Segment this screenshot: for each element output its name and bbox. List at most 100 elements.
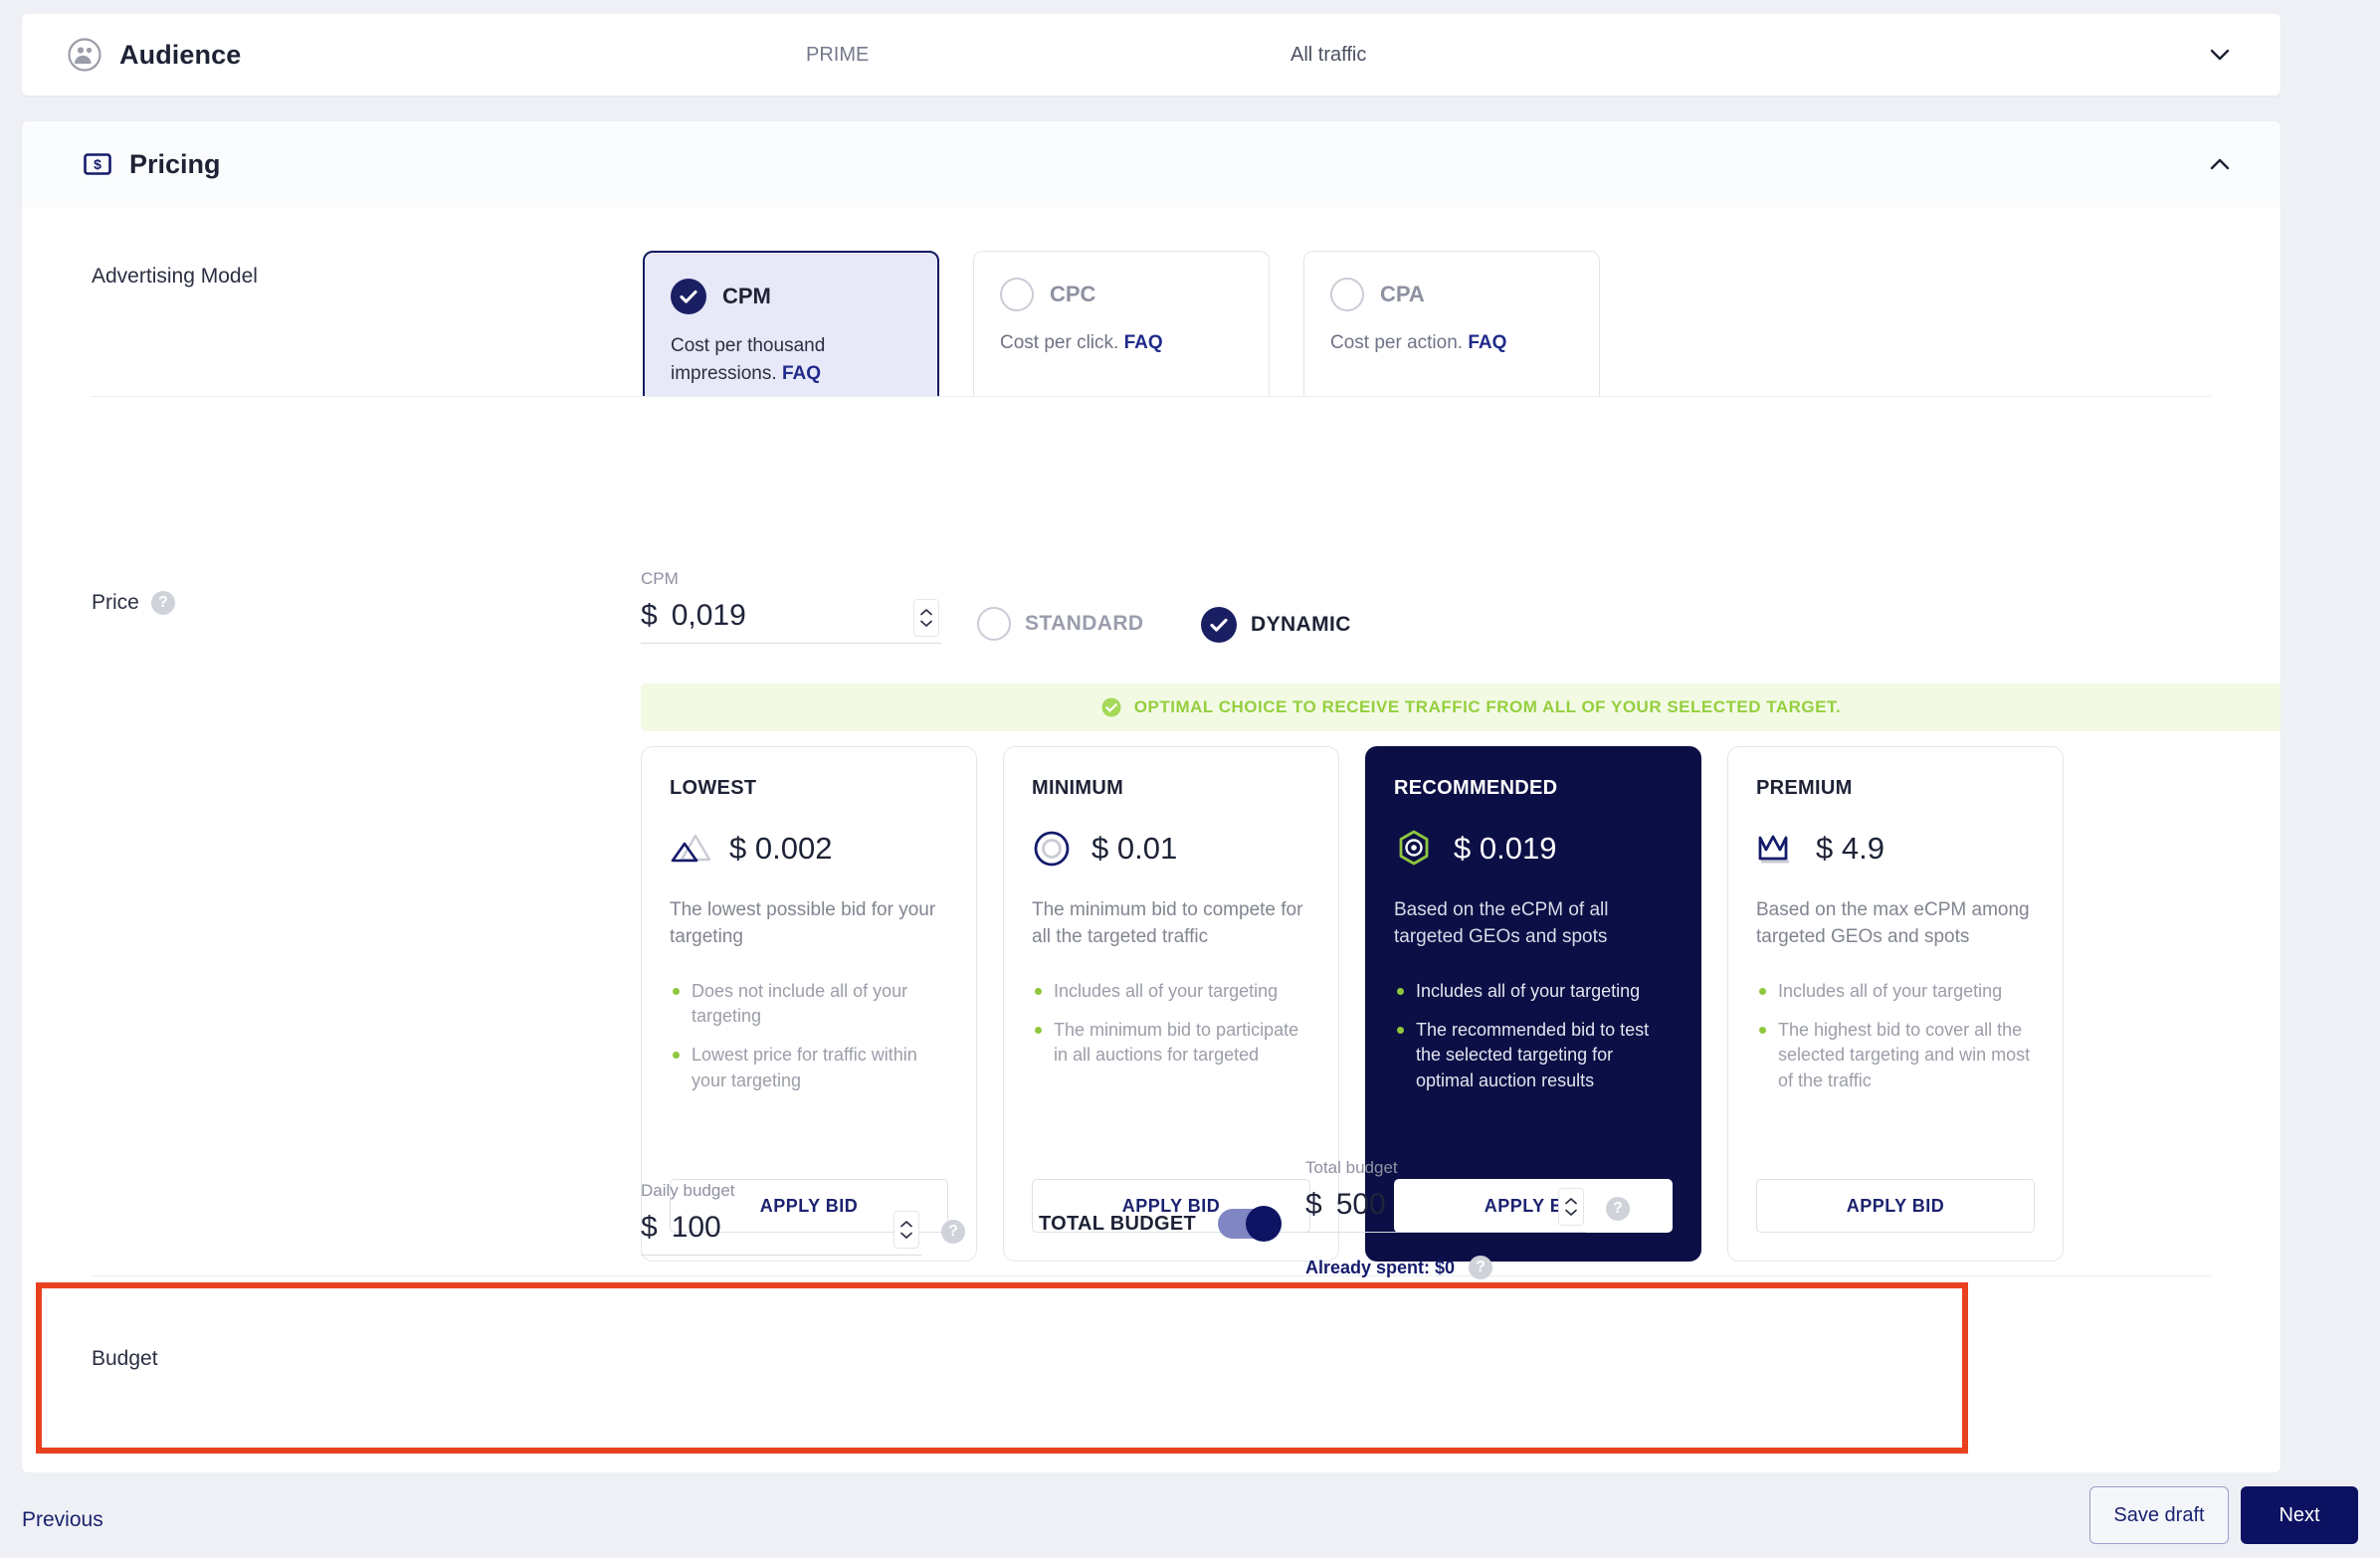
save-draft-button[interactable]: Save draft [2089,1486,2229,1544]
currency-symbol: $ [641,1211,658,1244]
total-budget-group: Total budget $ 500 ? [1305,1158,1630,1233]
model-option-cpa-name: CPA [1380,282,1425,306]
list-item: Includes all of your targeting [1756,979,2035,1004]
help-icon[interactable]: ? [150,591,175,615]
price-label: Price ? [92,591,175,615]
model-option-cpm[interactable]: CPM Cost per thousand impressions. FAQ [643,251,939,405]
daily-budget-stepper[interactable] [893,1211,919,1249]
chevron-down-icon[interactable] [2205,40,2235,70]
price-input[interactable]: $ 0,019 [641,599,941,644]
bid-card-premium-sub: Based on the max eCPM among targeted GEO… [1756,899,2030,947]
audience-prime-label: PRIME [806,43,870,66]
total-budget-toggle-group[interactable]: TOTAL BUDGET [1039,1206,1283,1242]
audience-title: Audience [119,39,242,70]
list-item: Does not include all of your targeting [670,979,948,1029]
concentric-circle-icon [1032,828,1076,870]
help-icon[interactable]: ? [941,1220,965,1244]
bid-card-premium-price: $ 4.9 [1816,831,1884,866]
model-option-cpc-desc: Cost per click. FAQ [1000,329,1245,357]
total-budget-value: 500 [1335,1188,1386,1221]
price-mode-standard-label: STANDARD [1025,612,1144,635]
total-budget-caption: Total budget [1305,1158,1398,1177]
radio-unchecked-icon [1330,278,1364,311]
radio-unchecked-icon [977,607,1011,641]
model-option-cpm-desc: Cost per thousand impressions. FAQ [671,332,913,387]
total-budget-toggle[interactable] [1218,1206,1283,1242]
chevron-up-icon[interactable] [2205,149,2235,179]
budget-row: Budget [22,1275,2281,1472]
budget-label-text: Budget [92,1347,158,1370]
price-mode-dynamic[interactable]: DYNAMIC [1201,607,1351,643]
already-spent-group: Already spent: $0 ? [1305,1256,1493,1279]
toggle-knob [1246,1206,1283,1242]
radio-checked-icon [1201,607,1237,643]
pricing-section-header[interactable]: $ Pricing [22,121,2281,207]
faq-link-cpm[interactable]: FAQ [782,363,821,384]
apply-bid-button-premium[interactable]: APPLY BID [1756,1179,2035,1233]
radio-unchecked-icon [1000,278,1034,311]
total-budget-stepper[interactable] [1558,1188,1584,1226]
faq-link-cpc[interactable]: FAQ [1124,332,1163,353]
total-budget-input[interactable]: $ 500 [1305,1188,1586,1233]
bid-card-minimum[interactable]: MINIMUM $ 0.01 The minimum bid to compet… [1003,746,1339,1262]
list-item: Includes all of your targeting [1032,979,1310,1004]
previous-button[interactable]: Previous [22,1508,103,1532]
price-mode-standard[interactable]: STANDARD [977,607,1143,641]
check-circle-icon [1100,696,1122,718]
divider [92,1275,2211,1276]
bid-card-lowest-price: $ 0.002 [729,831,833,866]
bid-card-minimum-price: $ 0.01 [1091,831,1178,866]
hexagon-target-icon [1394,828,1438,870]
audience-traffic-label: All traffic [1290,43,1367,66]
daily-budget-input[interactable]: $ 100 [641,1211,921,1256]
audience-section-header[interactable]: Audience PRIME All traffic [22,14,2281,96]
daily-budget-group: Daily budget $ 100 ? [641,1181,965,1256]
bid-card-minimum-title: MINIMUM [1032,777,1124,799]
optimal-choice-text: OPTIMAL CHOICE TO RECEIVE TRAFFIC FROM A… [1133,697,1842,716]
help-icon[interactable]: ? [1606,1197,1630,1221]
advertising-model-row: Advertising Model CPM Cost per thousand … [22,207,2281,405]
bid-card-lowest-sub: The lowest possible bid for your targeti… [670,899,936,947]
svg-text:$: $ [94,156,101,172]
optimal-choice-banner: OPTIMAL CHOICE TO RECEIVE TRAFFIC FROM A… [641,683,2281,731]
bid-card-recommended-points: Includes all of your targeting The recom… [1394,979,1673,1093]
price-value: 0,019 [671,599,746,632]
pricing-title: Pricing [129,148,221,179]
model-option-cpc[interactable]: CPC Cost per click. FAQ [973,251,1270,405]
audience-group-icon [68,38,101,72]
advertising-model-options: CPM Cost per thousand impressions. FAQ C… [643,251,1600,405]
already-spent-text: Already spent: $0 [1305,1257,1456,1277]
bid-card-lowest-title: LOWEST [670,777,757,799]
divider [92,396,2211,397]
bid-card-recommended-price: $ 0.019 [1454,831,1557,866]
bid-card-premium-points: Includes all of your targeting The highe… [1756,979,2035,1093]
model-option-cpa[interactable]: CPA Cost per action. FAQ [1303,251,1600,405]
list-item: The recommended bid to test the selected… [1394,1018,1673,1093]
crown-icon [1756,828,1800,870]
model-option-cpa-desc: Cost per action. FAQ [1330,329,1575,357]
price-caption: CPM [641,569,679,588]
next-button[interactable]: Next [2241,1486,2358,1544]
bid-card-recommended-title: RECOMMENDED [1394,777,1558,799]
advertising-model-label-text: Advertising Model [92,265,258,288]
total-budget-toggle-label: TOTAL BUDGET [1039,1212,1197,1235]
model-option-cpm-name: CPM [722,284,771,308]
bid-card-lowest-points: Does not include all of your targeting L… [670,979,948,1093]
list-item: Includes all of your targeting [1394,979,1673,1004]
bid-card-minimum-points: Includes all of your targeting The minim… [1032,979,1310,1069]
list-item: The minimum bid to participate in all au… [1032,1018,1310,1068]
list-item: Lowest price for traffic within your tar… [670,1043,948,1092]
price-stepper[interactable] [913,599,939,637]
advertising-model-label: Advertising Model [92,265,258,289]
price-label-text: Price [92,591,139,614]
model-option-cpa-desc-text: Cost per action. [1330,332,1464,353]
currency-symbol: $ [1305,1188,1322,1221]
budget-label: Budget [92,1347,158,1371]
pricing-step-page: Audience PRIME All traffic $ Pricing Adv… [0,0,2380,1558]
bid-card-premium[interactable]: PREMIUM $ 4.9 Based on the max eCPM amon… [1727,746,2064,1262]
footer-bar: Previous Save draft Next [0,1472,2380,1558]
bid-card-premium-title: PREMIUM [1756,777,1853,799]
radio-checked-icon [671,279,706,314]
help-icon[interactable]: ? [1469,1256,1493,1279]
faq-link-cpa[interactable]: FAQ [1468,332,1506,353]
